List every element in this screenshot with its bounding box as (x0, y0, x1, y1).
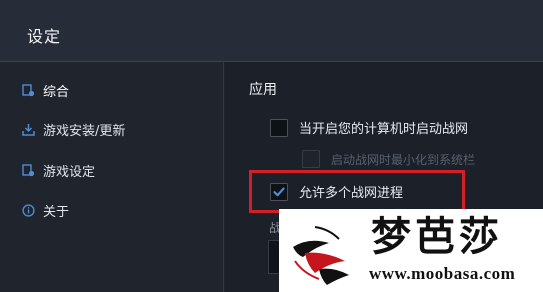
sidebar-item-game-install-update[interactable]: 游戏安装/更新 (21, 118, 125, 140)
general-settings-icon (21, 83, 35, 97)
sidebar-item-label: 关于 (43, 204, 70, 220)
sidebar-item-game-settings[interactable]: 游戏设定 (21, 159, 95, 181)
watermark: 梦芭莎 www.moobasa.com (279, 209, 543, 292)
sidebar-item-general[interactable]: 综合 (21, 79, 69, 101)
download-icon (21, 122, 35, 136)
option-minimize-to-tray: 启动战网时最小化到系统栏 (302, 150, 475, 168)
sidebar-item-label: 综合 (43, 84, 70, 100)
sidebar-item-about[interactable]: 关于 (21, 199, 69, 221)
option-label: 启动战网时最小化到系统栏 (331, 152, 476, 167)
info-icon (21, 203, 35, 217)
option-launch-on-startup[interactable]: 当开启您的计算机时启动战网 (270, 118, 468, 137)
minimize-to-tray-checkbox (302, 150, 320, 168)
watermark-logo-icon (293, 226, 349, 285)
highlight-annotation-box (249, 170, 465, 213)
sidebar-item-label: 游戏安装/更新 (43, 123, 126, 139)
watermark-text: 梦芭莎 (371, 213, 503, 260)
option-label: 当开启您的计算机时启动战网 (299, 122, 469, 137)
settings-window: 设定 综合 游戏安装/更新 游戏设定 关于 应用 当开启您的计算机时启动战网 启… (0, 0, 543, 292)
launch-on-startup-checkbox[interactable] (270, 118, 288, 137)
sidebar-item-label: 游戏设定 (43, 164, 96, 180)
title-bar: 设定 (0, 0, 543, 62)
window-title: 设定 (27, 27, 62, 46)
watermark-url: www.moobasa.com (369, 264, 516, 283)
sidebar: 综合 游戏安装/更新 游戏设定 关于 (0, 62, 224, 292)
section-title-application: 应用 (249, 82, 277, 98)
game-settings-icon (21, 163, 35, 177)
